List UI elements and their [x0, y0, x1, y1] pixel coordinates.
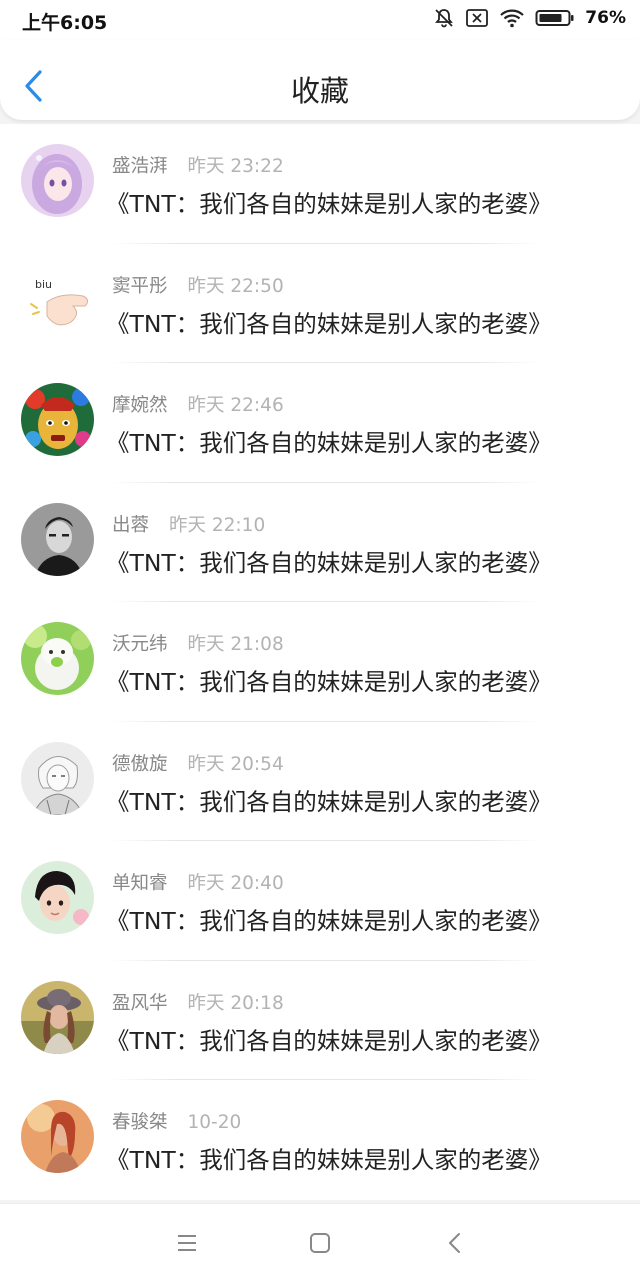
item-title: 《TNT：我们各自的妹妹是别人家的老婆》	[106, 787, 552, 816]
item-meta: 摩婉然 昨天 22:46	[112, 391, 284, 417]
timestamp: 昨天 22:50	[187, 275, 284, 297]
opera-mask-avatar	[21, 383, 94, 456]
menu-icon	[178, 1235, 196, 1251]
item-title: 《TNT：我们各自的妹妹是别人家的老婆》	[106, 548, 552, 577]
username: 摩婉然	[112, 395, 168, 416]
header: 收藏	[0, 40, 640, 120]
item-meta: 出蓉 昨天 22:10	[112, 511, 265, 537]
page-title: 收藏	[290, 74, 349, 108]
sunset-girl-avatar	[21, 1100, 94, 1173]
list-item[interactable]: 盈风华 昨天 20:18 《TNT：我们各自的妹妹是别人家的老婆》	[0, 960, 640, 1080]
item-meta: 单知睿 昨天 20:40	[112, 869, 284, 895]
back-nav-button[interactable]	[440, 1228, 470, 1258]
list-item[interactable]: biu 窦平彤 昨天 22:50 《TNT：我们各自的妹妹是别人家的老婆》	[0, 243, 640, 363]
bw-portrait-avatar	[21, 502, 94, 576]
username: 盛浩湃	[112, 156, 168, 177]
item-title: 《TNT：我们各自的妹妹是别人家的老婆》	[106, 1146, 552, 1174]
timestamp: 昨天 20:18	[187, 992, 284, 1014]
list-item[interactable]: 盛浩湃 昨天 23:22 《TNT：我们各自的妹妹是别人家的老婆》	[0, 124, 640, 244]
item-meta: 春骏桀 10-20	[112, 1108, 241, 1134]
svg-text:biu: biu	[35, 278, 52, 291]
bell-off-icon	[435, 9, 454, 28]
username: 出蓉	[112, 514, 150, 536]
avatar[interactable]	[21, 144, 94, 217]
item-meta: 德傲旋 昨天 20:54	[112, 750, 284, 776]
status-time: 上午6:05	[22, 12, 108, 34]
avatar[interactable]	[21, 861, 94, 934]
avatar[interactable]	[21, 502, 94, 576]
wifi-icon	[500, 9, 525, 28]
avatar[interactable]	[21, 741, 94, 815]
menu-button[interactable]	[172, 1228, 202, 1258]
username: 春骏桀	[112, 1112, 168, 1133]
username: 窦平彤	[112, 275, 168, 297]
favorites-list: 盛浩湃 昨天 23:22 《TNT：我们各自的妹妹是别人家的老婆》 biu 窦平…	[0, 124, 640, 1200]
battery-percent: 76%	[585, 8, 626, 28]
avatar[interactable]: biu	[21, 263, 94, 337]
avatar[interactable]	[21, 1100, 94, 1173]
item-title: 《TNT：我们各自的妹妹是别人家的老婆》	[106, 190, 552, 218]
home-button[interactable]	[305, 1228, 335, 1258]
notification-x-icon	[466, 9, 489, 27]
item-meta: 窦平彤 昨天 22:50	[112, 272, 284, 298]
status-icons: 76%	[433, 7, 626, 29]
list-item[interactable]: 德傲旋 昨天 20:54 《TNT：我们各自的妹妹是别人家的老婆》	[0, 721, 640, 841]
list-item[interactable]: 单知睿 昨天 20:40 《TNT：我们各自的妹妹是别人家的老婆》	[0, 841, 640, 961]
item-meta: 盈风华 昨天 20:18	[112, 989, 284, 1015]
avatar[interactable]	[21, 383, 94, 456]
back-arrow-icon	[449, 1233, 460, 1253]
list-item[interactable]: 春骏桀 10-20 《TNT：我们各自的妹妹是别人家的老婆》	[0, 1080, 640, 1200]
hat-girl-avatar	[21, 980, 94, 1054]
item-title: 《TNT：我们各自的妹妹是别人家的老婆》	[106, 907, 552, 935]
timestamp: 昨天 21:08	[187, 634, 284, 655]
item-meta: 沃元纬 昨天 21:08	[112, 630, 284, 656]
timestamp: 昨天 20:40	[187, 873, 284, 894]
sketch-avatar	[21, 741, 94, 815]
battery-icon	[535, 10, 574, 26]
timestamp: 10-20	[187, 1112, 242, 1133]
item-meta: 盛浩湃 昨天 23:22	[112, 152, 284, 178]
item-title: 《TNT：我们各自的妹妹是别人家的老婆》	[106, 1026, 552, 1055]
list-item[interactable]: 沃元纬 昨天 21:08 《TNT：我们各自的妹妹是别人家的老婆》	[0, 602, 640, 722]
boy-photo-avatar	[21, 861, 94, 934]
list-item[interactable]: 摩婉然 昨天 22:46 《TNT：我们各自的妹妹是别人家的老婆》	[0, 363, 640, 483]
timestamp: 昨天 20:54	[187, 753, 284, 775]
status-bar: 上午6:05 76%	[0, 0, 640, 40]
anime-girl-avatar	[21, 144, 94, 217]
avatar[interactable]	[21, 980, 94, 1054]
item-title: 《TNT：我们各自的妹妹是别人家的老婆》	[106, 429, 552, 457]
username: 单知睿	[112, 873, 168, 894]
username: 盈风华	[112, 992, 168, 1014]
item-title: 《TNT：我们各自的妹妹是别人家的老婆》	[106, 668, 552, 696]
biu-hand-avatar: biu	[21, 263, 94, 337]
avatar[interactable]	[21, 622, 94, 695]
plush-toy-avatar	[21, 622, 94, 695]
username: 德傲旋	[112, 753, 168, 775]
item-title: 《TNT：我们各自的妹妹是别人家的老婆》	[106, 309, 552, 338]
username: 沃元纬	[112, 634, 168, 655]
timestamp: 昨天 23:22	[187, 156, 284, 177]
timestamp: 昨天 22:10	[169, 514, 266, 536]
home-square-icon	[310, 1233, 330, 1253]
system-nav-bar	[0, 1203, 640, 1281]
list-item[interactable]: 出蓉 昨天 22:10 《TNT：我们各自的妹妹是别人家的老婆》	[0, 482, 640, 602]
timestamp: 昨天 22:46	[187, 395, 284, 416]
